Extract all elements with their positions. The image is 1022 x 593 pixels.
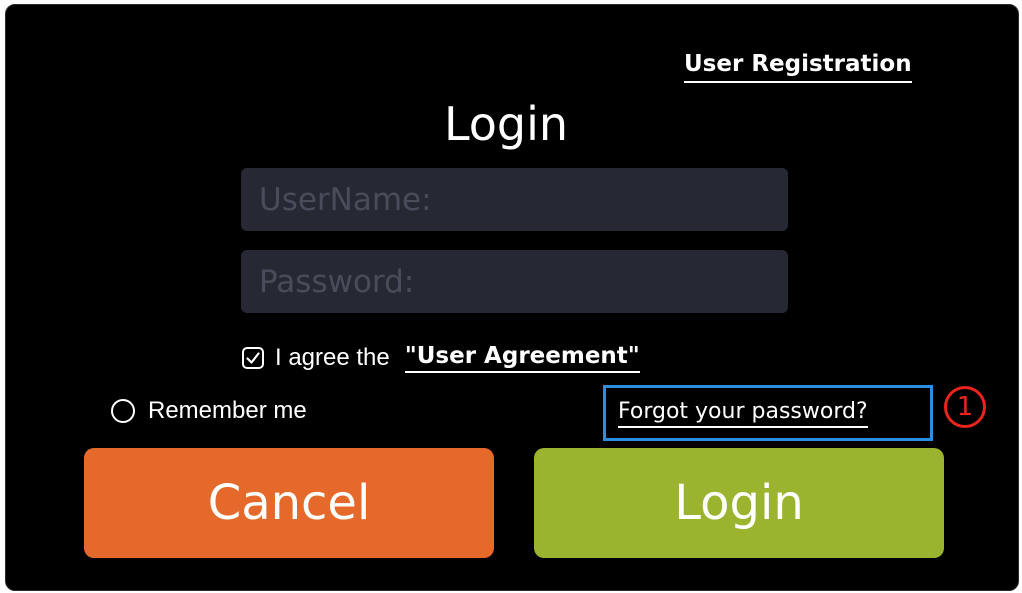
forgot-password-link[interactable]: Forgot your password? [618, 399, 868, 428]
agree-checkbox[interactable] [242, 347, 264, 369]
agree-label: I agree the [275, 344, 390, 371]
remember-label: Remember me [148, 397, 307, 424]
username-input[interactable] [241, 168, 788, 231]
remember-row: Remember me [111, 396, 307, 426]
remember-radio[interactable] [111, 399, 135, 423]
login-button[interactable]: Login [534, 448, 944, 558]
agreement-row: I agree the "User Agreement" [242, 340, 640, 376]
checkmark-icon [246, 352, 260, 364]
annotation-marker: 1 [944, 386, 986, 428]
cancel-button[interactable]: Cancel [84, 448, 494, 558]
user-registration-link[interactable]: User Registration [684, 49, 912, 83]
password-input[interactable] [241, 250, 788, 313]
page-title: Login [443, 97, 569, 151]
user-agreement-link[interactable]: "User Agreement" [404, 343, 640, 373]
